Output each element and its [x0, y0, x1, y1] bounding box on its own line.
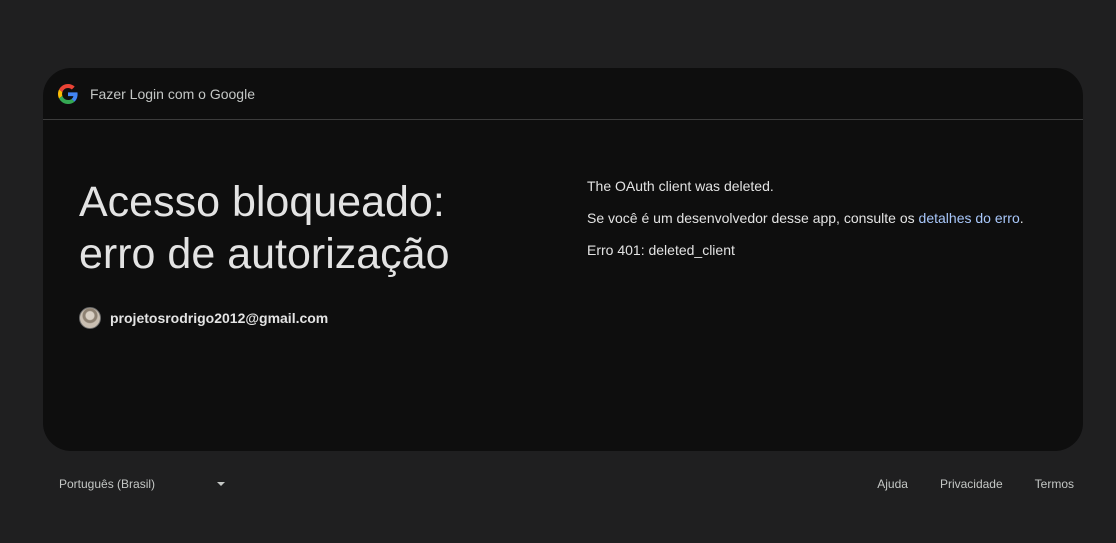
developer-note-prefix: Se você é um desenvolvedor desse app, co…: [587, 210, 919, 226]
language-label: Português (Brasil): [59, 477, 156, 491]
language-select[interactable]: Português (Brasil): [50, 470, 230, 498]
avatar: [79, 307, 101, 329]
error-details-link[interactable]: detalhes do erro: [919, 210, 1020, 226]
header-title: Fazer Login com o Google: [90, 85, 255, 102]
page-title-line2: erro de autorização: [79, 230, 450, 278]
error-card: Fazer Login com o Google Acesso bloquead…: [43, 68, 1083, 451]
terms-link[interactable]: Termos: [1035, 477, 1074, 491]
page-title: Acesso bloqueado: erro de autorização: [79, 176, 539, 280]
error-message: The OAuth client was deleted.: [587, 178, 774, 194]
page-title-line1: Acesso bloqueado:: [79, 178, 445, 226]
error-code: Erro 401: deleted_client: [587, 242, 735, 258]
left-column: Acesso bloqueado: erro de autorização pr…: [79, 176, 539, 329]
footer-links: Ajuda Privacidade Termos: [845, 470, 1074, 498]
chevron-down-icon: [217, 482, 225, 486]
google-g-icon: [58, 83, 78, 104]
error-details: The OAuth client was deleted. Se você é …: [587, 177, 1057, 273]
developer-note-suffix: .: [1019, 210, 1024, 226]
privacy-link[interactable]: Privacidade: [940, 477, 1003, 491]
account-chip[interactable]: projetosrodrigo2012@gmail.com: [79, 307, 539, 329]
card-header: Fazer Login com o Google: [43, 68, 1083, 120]
account-email: projetosrodrigo2012@gmail.com: [110, 310, 329, 326]
footer: Português (Brasil) Ajuda Privacidade Ter…: [43, 470, 1083, 498]
developer-note: Se você é um desenvolvedor desse app, co…: [587, 209, 1057, 227]
help-link[interactable]: Ajuda: [877, 477, 908, 491]
